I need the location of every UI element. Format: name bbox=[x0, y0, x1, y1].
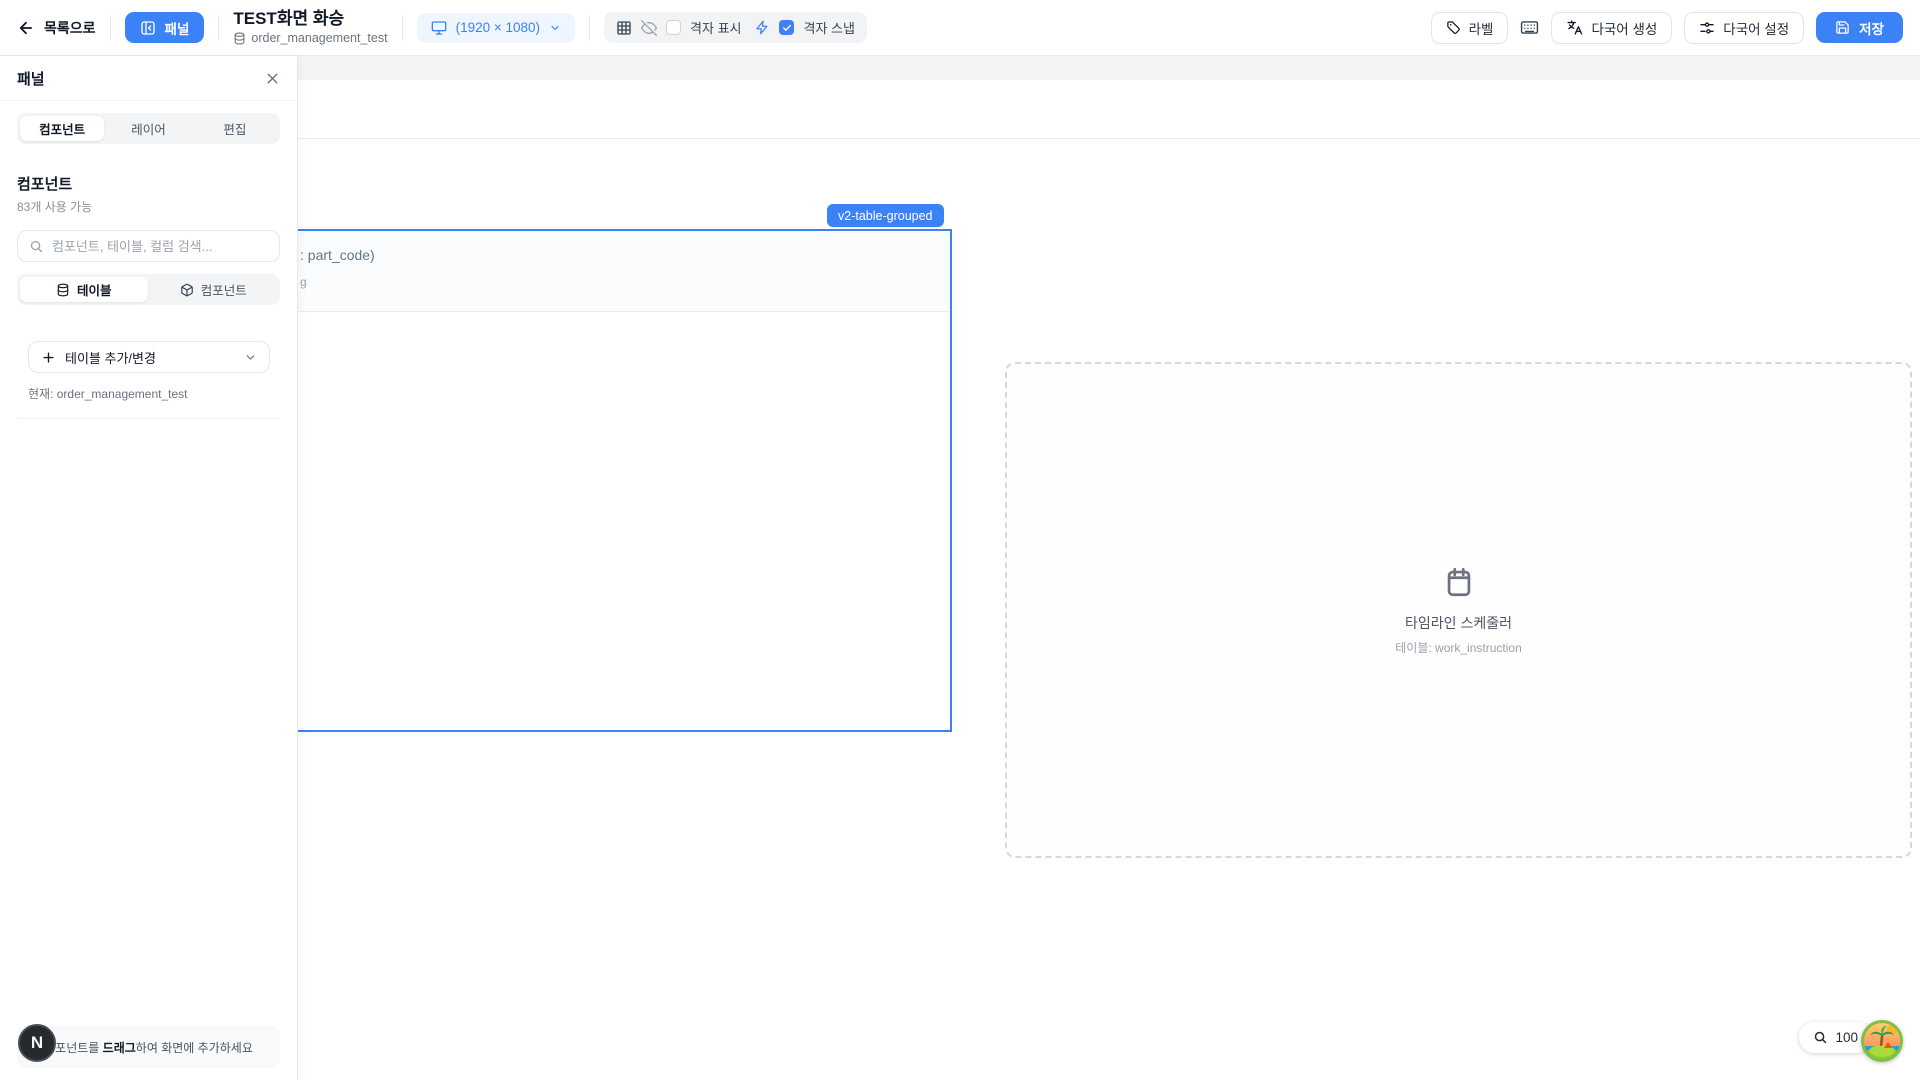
page-subtitle-text: order_management_test bbox=[251, 31, 387, 45]
translate-icon bbox=[1566, 19, 1583, 36]
toolbar-right-group: 라벨 다국어 생성 다국어 설정 bbox=[1431, 12, 1903, 44]
toolbar-divider bbox=[218, 15, 219, 41]
section-title: 컴포넌트 bbox=[17, 173, 280, 194]
close-icon[interactable] bbox=[264, 70, 281, 87]
viewport-size-dropdown[interactable]: (1920 × 1080) bbox=[417, 13, 575, 43]
eye-off-icon bbox=[641, 20, 657, 36]
panel-header: 패널 bbox=[0, 56, 297, 101]
toolbar-divider bbox=[589, 15, 590, 41]
tab-edit[interactable]: 편집 bbox=[193, 116, 277, 141]
search-icon bbox=[29, 239, 44, 254]
add-table-label: 테이블 추가/변경 bbox=[65, 348, 235, 367]
database-icon bbox=[56, 283, 70, 297]
chevron-down-icon bbox=[244, 351, 257, 364]
plus-icon bbox=[41, 350, 56, 365]
components-count: 83개 사용 가능 bbox=[17, 198, 280, 215]
panel-toggle-button[interactable]: 패널 bbox=[125, 12, 205, 43]
tab-layers[interactable]: 레이어 bbox=[106, 116, 190, 141]
current-table-label: 현재: order_management_test bbox=[28, 385, 269, 402]
table-subheader-text: g bbox=[300, 275, 307, 289]
bubble-letter: N bbox=[31, 1033, 43, 1053]
page-title: TEST화면 화승 bbox=[233, 10, 387, 29]
source-tab-tables[interactable]: 테이블 bbox=[20, 277, 148, 302]
hint-bold: 드래그 bbox=[103, 1041, 136, 1055]
save-icon bbox=[1835, 20, 1850, 35]
back-to-list-label: 목록으로 bbox=[44, 18, 96, 38]
toolbar-divider bbox=[402, 15, 403, 41]
grid-icon bbox=[616, 20, 632, 36]
timeline-scheduler-component[interactable]: 타임라인 스케줄러 테이블: work_instruction bbox=[1005, 362, 1912, 858]
selected-component-badge: v2-table-grouped bbox=[827, 204, 944, 227]
sliders-icon bbox=[1699, 20, 1715, 36]
multilang-settings-text: 다국어 설정 bbox=[1723, 18, 1789, 38]
source-tab-components[interactable]: 컴포넌트 bbox=[150, 277, 278, 302]
magnifier-icon bbox=[1813, 1030, 1828, 1045]
panel-title: 패널 bbox=[17, 68, 45, 89]
source-tab-components-label: 컴포넌트 bbox=[201, 280, 247, 299]
tag-icon bbox=[1446, 20, 1461, 35]
add-table-button[interactable]: 테이블 추가/변경 bbox=[28, 341, 270, 373]
multilang-generate-button[interactable]: 다국어 생성 bbox=[1551, 12, 1672, 44]
panel-tabbar: 컴포넌트 레이어 편집 bbox=[17, 113, 280, 144]
database-icon bbox=[233, 32, 246, 45]
screen-builder-app: 목록으로 패널 TEST화면 화승 order_management_test bbox=[0, 0, 1920, 1080]
panel-toggle-label: 패널 bbox=[165, 18, 190, 38]
screen-title-block: TEST화면 화승 order_management_test bbox=[233, 10, 387, 46]
multilang-generate-text: 다국어 생성 bbox=[1591, 18, 1657, 38]
package-icon bbox=[180, 283, 194, 297]
lightning-icon bbox=[755, 20, 770, 35]
top-toolbar: 목록으로 패널 TEST화면 화승 order_management_test bbox=[0, 0, 1920, 56]
zoom-level-value: 100 bbox=[1835, 1030, 1858, 1045]
chevron-down-icon bbox=[549, 22, 561, 34]
tab-components[interactable]: 컴포넌트 bbox=[20, 116, 104, 141]
components-section: 컴포넌트 83개 사용 가능 테이블 bbox=[0, 173, 297, 305]
panel-left-icon bbox=[140, 20, 156, 36]
component-search bbox=[17, 230, 280, 262]
grid-show-checkbox[interactable] bbox=[666, 20, 681, 35]
multilang-settings-button[interactable]: 다국어 설정 bbox=[1684, 12, 1804, 44]
search-input[interactable] bbox=[52, 239, 268, 254]
scheduler-title: 타임라인 스케줄러 bbox=[1405, 613, 1512, 633]
source-tab-tables-label: 테이블 bbox=[77, 280, 112, 299]
source-toggle: 테이블 컴포넌트 bbox=[17, 274, 280, 305]
grid-snap-label: 격자 스냅 bbox=[803, 18, 854, 37]
panel-divider bbox=[17, 418, 280, 419]
save-button[interactable]: 저장 bbox=[1816, 12, 1903, 43]
back-to-list-button[interactable]: 목록으로 bbox=[17, 18, 96, 38]
calendar-icon bbox=[1442, 565, 1476, 599]
keyboard-shortcuts-button[interactable] bbox=[1520, 18, 1539, 37]
floating-n-bubble[interactable]: N bbox=[18, 1024, 56, 1062]
toolbar-divider bbox=[110, 15, 111, 41]
components-panel: 패널 컴포넌트 레이어 편집 컴포넌트 83개 사용 가능 bbox=[0, 56, 298, 1080]
hint-suffix: 하여 화면에 추가하세요 bbox=[136, 1041, 253, 1055]
label-button-text: 라벨 bbox=[1469, 18, 1494, 38]
save-button-text: 저장 bbox=[1859, 18, 1884, 38]
keyboard-icon bbox=[1520, 18, 1539, 37]
page-subtitle: order_management_test bbox=[233, 31, 387, 45]
island-extension-button[interactable] bbox=[1861, 1020, 1903, 1062]
grid-options-group: 격자 표시 격자 스냅 bbox=[604, 12, 867, 43]
grid-show-label: 격자 표시 bbox=[690, 18, 741, 37]
label-button[interactable]: 라벨 bbox=[1431, 12, 1509, 44]
arrow-left-icon bbox=[17, 19, 35, 37]
scheduler-table-label: 테이블: work_instruction bbox=[1395, 639, 1522, 656]
grid-snap-checkbox[interactable] bbox=[779, 20, 794, 35]
drag-hint: 컴포넌트를 드래그하여 화면에 추가하세요 bbox=[17, 1026, 280, 1068]
monitor-icon bbox=[431, 20, 447, 36]
viewport-size-label: (1920 × 1080) bbox=[456, 20, 540, 35]
table-header-text: : part_code) bbox=[300, 247, 375, 263]
